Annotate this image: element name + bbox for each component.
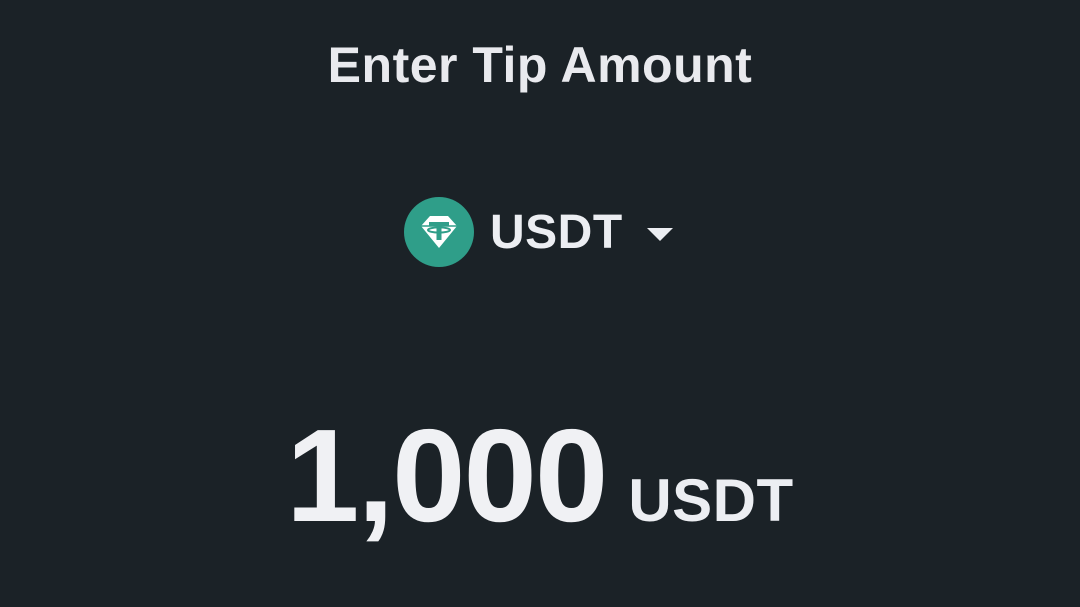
page-title: Enter Tip Amount: [327, 37, 753, 93]
amount-unit: USDT: [628, 467, 794, 534]
currency-label: USDT: [490, 205, 623, 259]
amount-value: 1,000: [286, 402, 608, 549]
chevron-down-icon: [646, 227, 673, 241]
tip-amount-screen: Enter Tip Amount USDT 1,000 USDT: [0, 0, 1080, 607]
amount-display[interactable]: 1,000 USDT: [286, 410, 794, 542]
currency-selector[interactable]: USDT: [404, 196, 673, 268]
tether-icon: [404, 197, 474, 267]
